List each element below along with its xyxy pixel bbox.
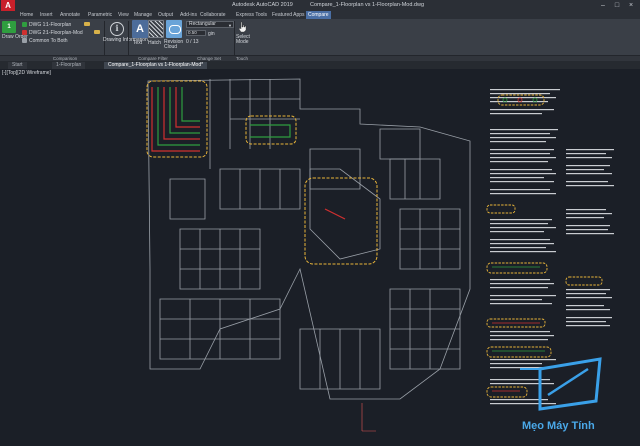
dwg2-color-swatch[interactable] bbox=[22, 30, 27, 35]
tab-express-tools[interactable]: Express Tools bbox=[234, 11, 269, 19]
dwg2-value: 1-Floorplan-Mod bbox=[46, 30, 83, 36]
tab-add-ins[interactable]: Add-ins bbox=[178, 11, 199, 19]
chevron-down-icon: ▼ bbox=[228, 23, 232, 28]
dwg1-value: 1-Floorplan bbox=[46, 22, 72, 28]
tab-insert[interactable]: Insert bbox=[38, 11, 55, 19]
app-title: Autodesk AutoCAD 2019 bbox=[232, 2, 293, 8]
document-tab-bar: Start 1-Floorplan Compare_1-Floorplan vs… bbox=[0, 61, 640, 69]
autocad-logo-icon[interactable]: A bbox=[1, 0, 15, 11]
common-label: Common To Both bbox=[29, 38, 68, 44]
change-set-navigator[interactable]: 0 / 13 bbox=[186, 39, 199, 45]
tab-annotate[interactable]: Annotate bbox=[58, 11, 82, 19]
changed-geometry bbox=[151, 87, 346, 220]
hatch-filter-label: Hatch bbox=[148, 40, 162, 46]
tab-output[interactable]: Output bbox=[156, 11, 175, 19]
cloud-shape-value: Rectangular bbox=[189, 21, 216, 27]
tab-view[interactable]: View bbox=[116, 11, 131, 19]
minimize-button[interactable]: – bbox=[596, 1, 610, 10]
notes-panel bbox=[486, 89, 614, 405]
text-filter-button[interactable]: A bbox=[132, 20, 148, 38]
text-filter-label: Text bbox=[133, 40, 143, 46]
doc-tab-start[interactable]: Start bbox=[8, 62, 27, 69]
dwg2-label: DWG 2: bbox=[29, 30, 47, 36]
tab-home[interactable]: Home bbox=[18, 11, 35, 19]
tab-parametric[interactable]: Parametric bbox=[86, 11, 114, 19]
maximize-button[interactable]: □ bbox=[610, 1, 624, 10]
ribbon-tab-bar: Home Insert Annotate Parametric View Man… bbox=[0, 11, 640, 19]
title-bar: A Autodesk AutoCAD 2019 Compare_1-Floorp… bbox=[0, 0, 640, 11]
tab-manage[interactable]: Manage bbox=[132, 11, 154, 19]
ribbon-divider bbox=[234, 21, 235, 57]
dwg1-label: DWG 1: bbox=[29, 22, 47, 28]
margin-input[interactable]: 0.50 bbox=[186, 30, 206, 36]
tab-collaborate[interactable]: Collaborate bbox=[198, 11, 228, 19]
cloud-shape-dropdown[interactable]: Rectangular ▼ bbox=[186, 21, 234, 28]
info-icon[interactable]: i bbox=[110, 22, 124, 36]
doc-tab-compare[interactable]: Compare_1-Floorplan vs 1-Floorplan-Mod* bbox=[104, 62, 208, 69]
folder-icon[interactable] bbox=[84, 22, 90, 26]
ucs-icon bbox=[361, 403, 376, 432]
floorplan-drawing[interactable] bbox=[0, 69, 640, 446]
ribbon-panel bbox=[0, 19, 640, 56]
margin-unit: gin bbox=[208, 31, 215, 37]
revision-cloud-label: Revision Cloud bbox=[164, 39, 184, 50]
dwg1-color-swatch[interactable] bbox=[22, 22, 27, 27]
draw-order-button[interactable]: 1 bbox=[2, 21, 16, 33]
close-button[interactable]: × bbox=[624, 1, 638, 10]
folder-icon[interactable] bbox=[94, 30, 100, 34]
watermark-text: Mẹo Máy Tính bbox=[522, 420, 595, 432]
document-title: Compare_1-Floorplan vs 1-Floorplan-Mod.d… bbox=[310, 2, 425, 8]
select-mode-icon[interactable] bbox=[238, 21, 248, 33]
hatch-filter-button[interactable] bbox=[148, 20, 164, 38]
ribbon-divider bbox=[128, 21, 129, 57]
doc-tab-floorplan[interactable]: 1-Floorplan bbox=[52, 62, 86, 69]
tab-compare[interactable]: Compare bbox=[306, 11, 331, 19]
revision-cloud-button[interactable] bbox=[166, 20, 182, 38]
common-color-swatch[interactable] bbox=[22, 38, 27, 43]
select-mode-label: Select Mode bbox=[236, 34, 250, 45]
tab-featured-apps[interactable]: Featured Apps bbox=[270, 11, 307, 19]
